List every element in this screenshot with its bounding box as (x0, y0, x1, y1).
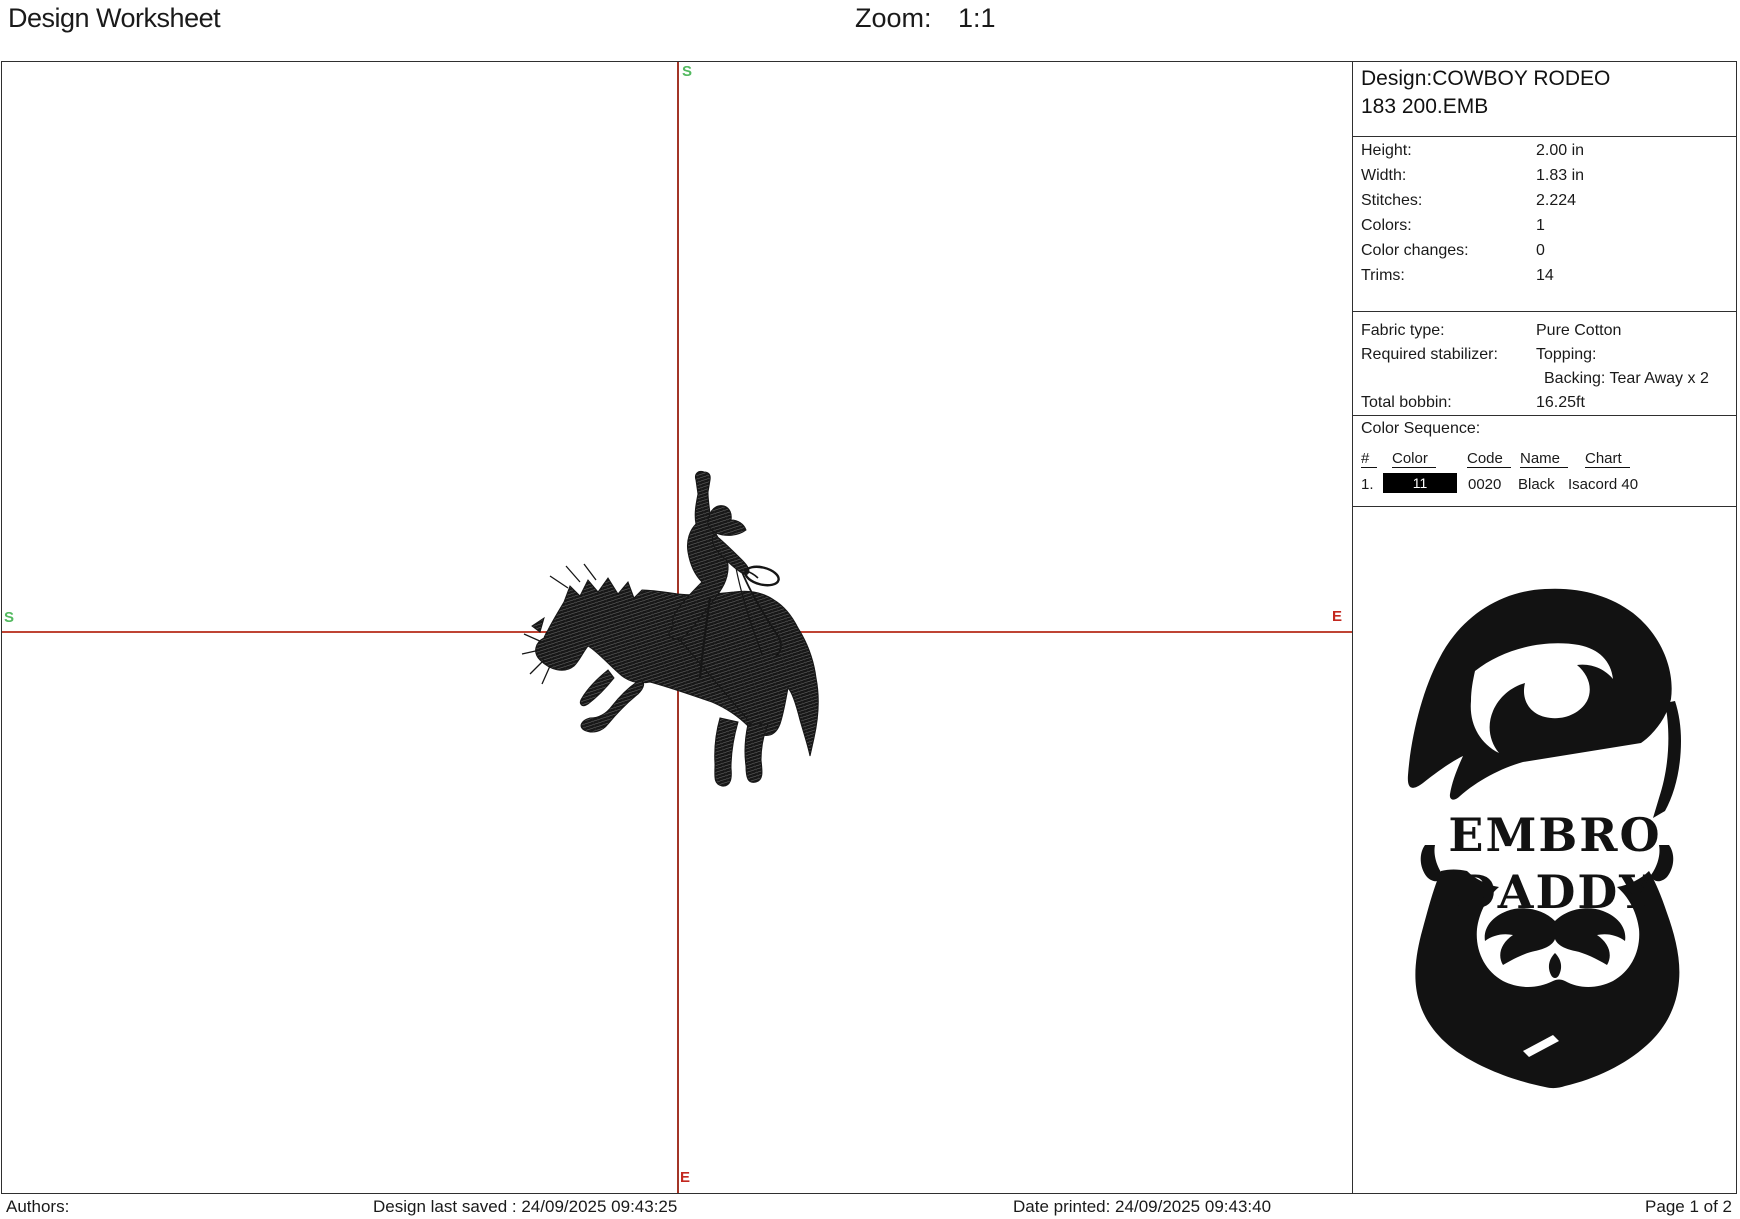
zoom-value: 1:1 (958, 3, 996, 33)
design-title-line2: 183 200.EMB (1361, 95, 1489, 118)
footer-last-saved: Design last saved : 24/09/2025 09:43:25 (373, 1197, 678, 1216)
fabric-type-value: Pure Cotton (1536, 322, 1622, 339)
design-title-line1: Design:COWBOY RODEO (1361, 67, 1611, 90)
prop-width-value: 1.83 in (1536, 167, 1585, 184)
cs-col-num: # (1361, 450, 1378, 468)
lasso-loop (744, 565, 780, 587)
stabilizer-topping: Topping: (1536, 346, 1597, 363)
muzzle-tuft (531, 616, 545, 633)
zoom-label: Zoom: (855, 3, 932, 33)
marker-start-left: S (4, 609, 15, 626)
color-swatch: 11 (1383, 473, 1457, 493)
panel-divider-2 (1352, 311, 1736, 312)
prop-colors-value: 1 (1536, 217, 1545, 234)
cs-col-chart: Chart (1585, 450, 1630, 468)
stabilizer-label: Required stabilizer: (1361, 346, 1498, 363)
prop-colorchanges-value: 0 (1536, 242, 1545, 259)
embroidery-design-cowboy-rodeo (521, 471, 819, 787)
prop-width-label: Width: (1361, 167, 1407, 184)
cs-row-num: 1. (1361, 476, 1374, 493)
panel-divider-4 (1352, 506, 1736, 507)
cs-row-code: 0020 (1468, 476, 1502, 493)
cs-row-name: Black (1518, 476, 1555, 493)
cs-col-code: Code (1467, 450, 1511, 468)
footer-date-printed: Date printed: 24/09/2025 09:43:40 (1013, 1197, 1272, 1216)
prop-stitches-value: 2.224 (1536, 192, 1577, 209)
worksheet-frame: S S E E Design:COWBOY RODEO 183 200.EMB … (1, 61, 1737, 1194)
prop-colorchanges-label: Color changes: (1361, 242, 1469, 259)
marker-end-right: E (1332, 608, 1343, 625)
embro-daddy-logo: EMBRO DADDY (1407, 588, 1681, 1089)
color-sequence-title: Color Sequence: (1361, 420, 1481, 437)
fabric-type-label: Fabric type: (1361, 322, 1445, 339)
footer-authors: Authors: (6, 1197, 70, 1216)
horse-body-shape (535, 577, 819, 757)
canvas-panel-divider (1352, 62, 1353, 1193)
horse-hind-leg (714, 717, 739, 787)
prop-stitches-label: Stitches: (1361, 192, 1423, 209)
cs-row-chart: Isacord 40 (1568, 476, 1639, 493)
logo-text-line2: DADDY (1456, 865, 1654, 919)
cs-col-name: Name (1520, 450, 1569, 468)
prop-trims-label: Trims: (1361, 267, 1405, 284)
prop-colors-label: Colors: (1361, 217, 1412, 234)
prop-trims-value: 14 (1536, 267, 1554, 284)
bobbin-label: Total bobbin: (1361, 394, 1452, 411)
marker-start-top: S (682, 63, 693, 80)
prop-height-value: 2.00 in (1536, 142, 1585, 159)
footer-page-number: Page 1 of 2 (1645, 1197, 1732, 1216)
page-title: Design Worksheet (8, 3, 221, 33)
panel-divider-1 (1352, 136, 1736, 137)
marker-end-bottom: E (680, 1169, 691, 1186)
prop-height-label: Height: (1361, 142, 1412, 159)
panel-divider-3 (1352, 415, 1736, 416)
stabilizer-backing: Backing: Tear Away x 2 (1544, 370, 1709, 387)
bobbin-value: 16.25ft (1536, 394, 1585, 411)
horse-front-leg-2 (579, 669, 615, 707)
horse-hind-leg-2 (744, 723, 769, 783)
logo-text-line1: EMBRO (1448, 808, 1661, 862)
rider-hat-shape (707, 505, 747, 536)
cs-col-color: Color (1392, 450, 1436, 468)
